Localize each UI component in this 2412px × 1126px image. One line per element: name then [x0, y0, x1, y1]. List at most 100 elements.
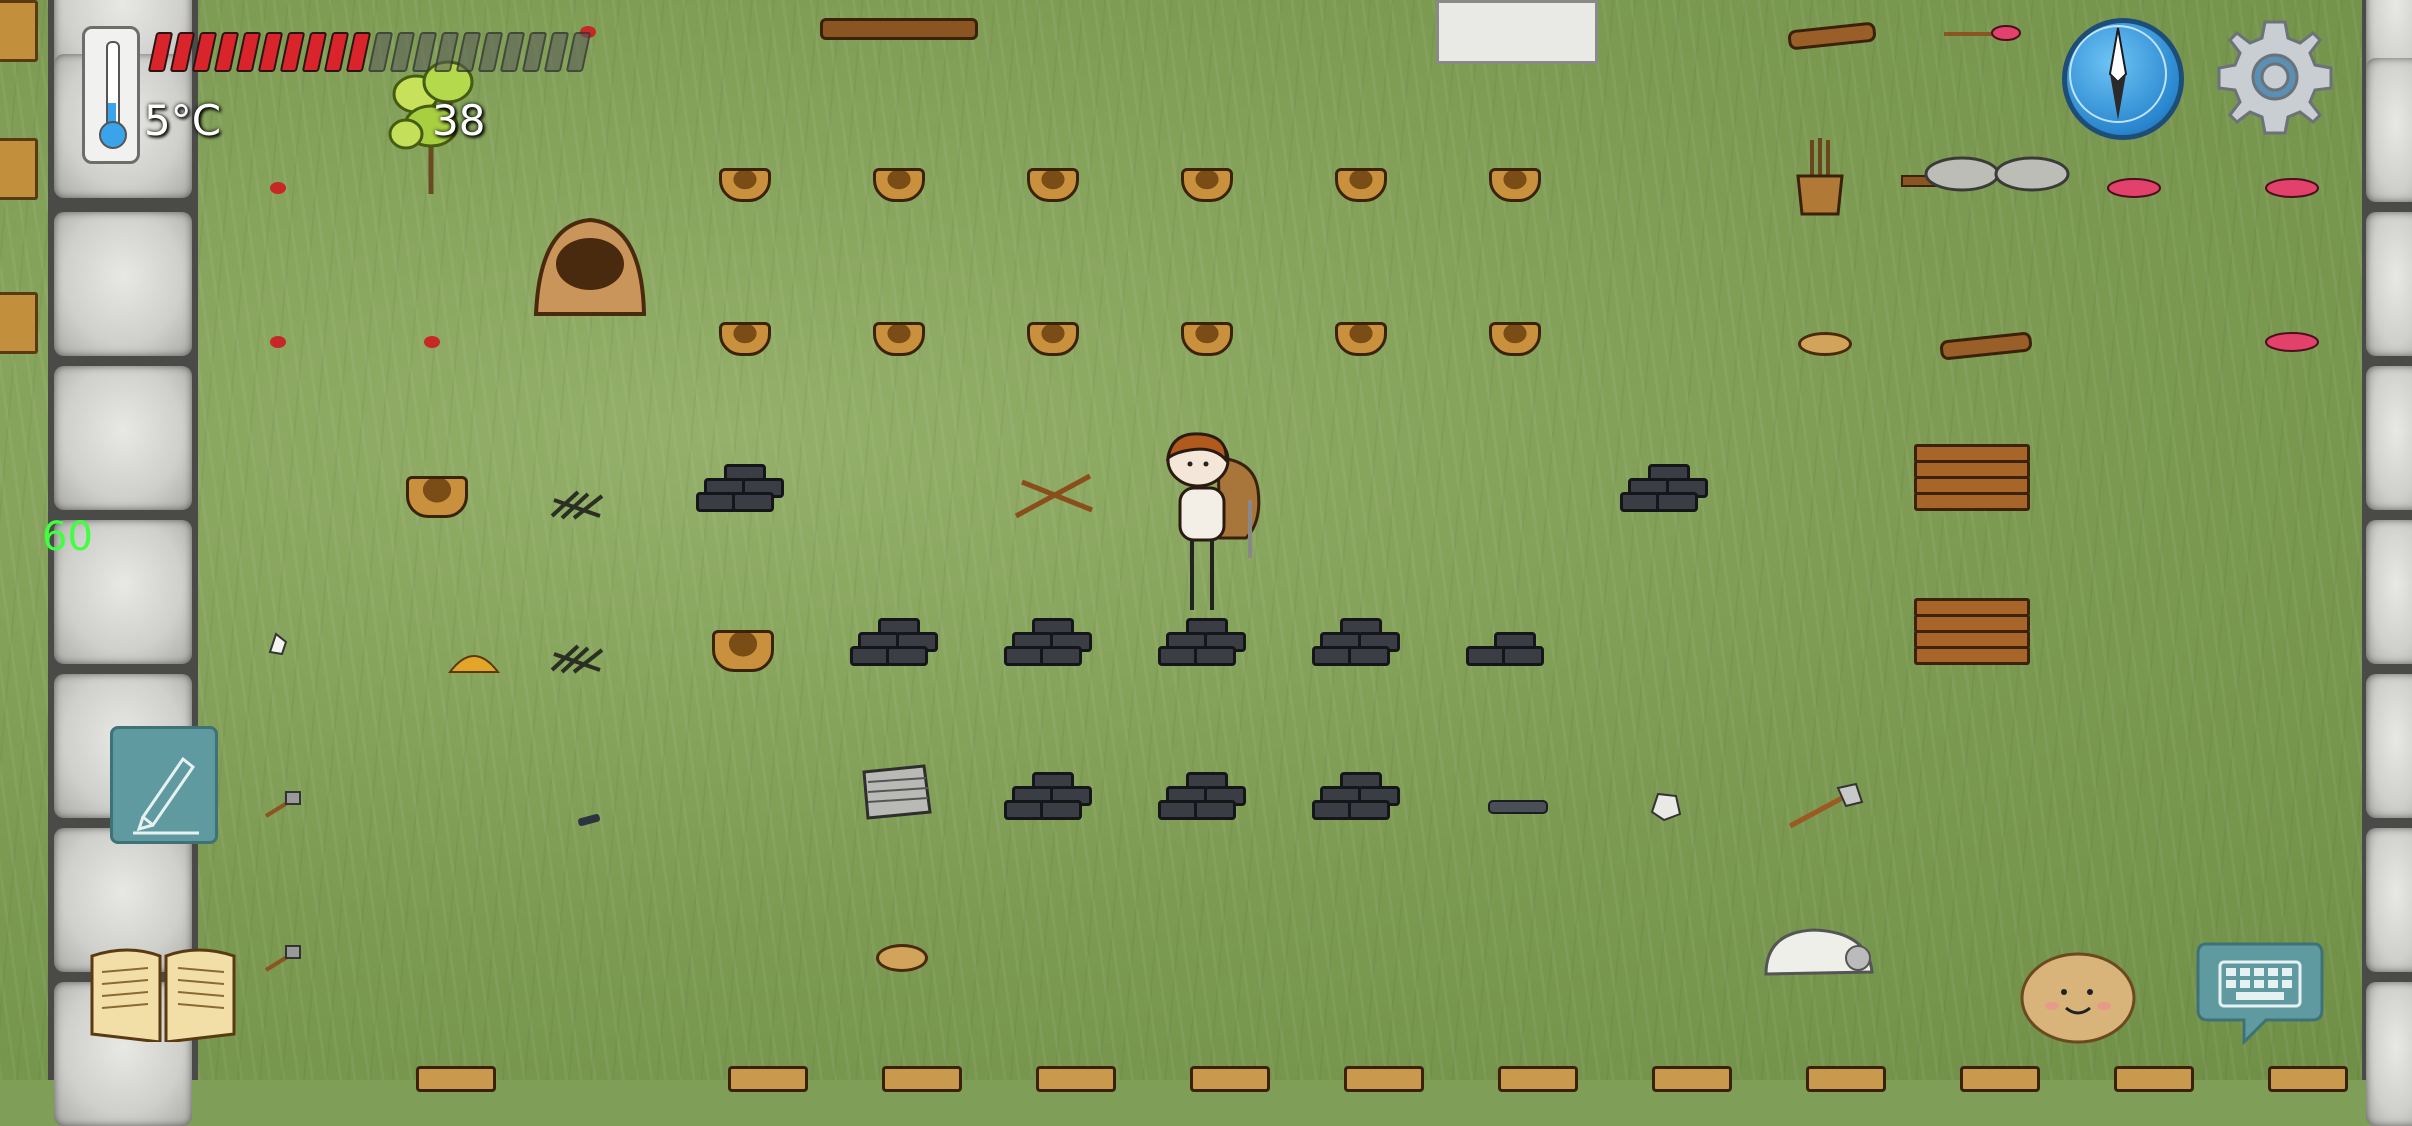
flat-stone-stack[interactable] — [858, 762, 936, 822]
basket[interactable] — [873, 322, 925, 356]
iron-bar[interactable] — [1488, 800, 1548, 814]
charcoal-pile[interactable] — [1312, 770, 1404, 820]
pencil-icon[interactable] — [110, 726, 218, 844]
food-pip — [279, 32, 306, 72]
berry[interactable] — [270, 336, 286, 348]
steel-axe[interactable] — [1786, 782, 1866, 830]
board-stack[interactable] — [1914, 444, 2030, 516]
basket[interactable] — [873, 168, 925, 202]
basket[interactable] — [1489, 322, 1541, 356]
basket[interactable] — [1181, 322, 1233, 356]
crate-edge[interactable] — [1036, 1066, 1116, 1092]
keyboard-icon[interactable] — [2196, 940, 2324, 1048]
compass-icon[interactable] — [2062, 18, 2184, 140]
food-pip — [455, 32, 482, 72]
kindling[interactable] — [548, 486, 608, 522]
player-character[interactable] — [1150, 430, 1270, 618]
book-icon[interactable] — [88, 938, 238, 1044]
crate-edge[interactable] — [2114, 1066, 2194, 1092]
charcoal-pile[interactable] — [1620, 462, 1712, 512]
crate-edge[interactable] — [882, 1066, 962, 1092]
food-pip — [499, 32, 526, 72]
crate-edge[interactable] — [728, 1066, 808, 1092]
food-pip — [323, 32, 350, 72]
gear-icon[interactable] — [2214, 16, 2336, 138]
crossed-sticks[interactable] — [1012, 470, 1096, 522]
branch[interactable] — [1787, 21, 1877, 51]
charcoal-pile[interactable] — [1158, 770, 1250, 820]
arrow-quiver[interactable] — [1790, 136, 1850, 218]
rabbit-meat[interactable] — [2262, 176, 2322, 200]
food-pip — [235, 32, 262, 72]
branch[interactable] — [1939, 331, 2033, 361]
age-counter: 38 — [432, 96, 486, 145]
crate-edge[interactable] — [0, 0, 38, 62]
charcoal-pile[interactable] — [1312, 616, 1404, 666]
adobe-oven[interactable] — [530, 214, 650, 318]
charcoal-pile[interactable] — [1004, 616, 1096, 666]
food-pip — [345, 32, 372, 72]
food-pip — [367, 32, 394, 72]
food-pip — [301, 32, 328, 72]
charcoal-pile[interactable] — [850, 616, 942, 666]
stone-block[interactable] — [1436, 0, 1598, 64]
food-meter — [147, 32, 592, 72]
fps-counter: 60 — [42, 514, 93, 560]
basket[interactable] — [1335, 322, 1387, 356]
basket[interactable] — [1335, 168, 1387, 202]
charcoal-pile[interactable] — [1004, 770, 1096, 820]
crate-edge[interactable] — [0, 292, 38, 354]
food-pip — [257, 32, 284, 72]
sheep-fleece[interactable] — [1760, 924, 1878, 982]
basket[interactable] — [1027, 168, 1079, 202]
seed-pile[interactable] — [447, 646, 501, 674]
plate[interactable] — [876, 944, 928, 972]
charcoal-pile[interactable] — [696, 462, 788, 512]
crate-edge[interactable] — [416, 1066, 496, 1092]
kindling[interactable] — [548, 640, 608, 676]
food-pip — [411, 32, 438, 72]
bone-needle[interactable] — [577, 813, 601, 827]
basket[interactable] — [712, 630, 774, 672]
rabbit-meat[interactable] — [2262, 330, 2322, 354]
round-stone[interactable] — [1648, 790, 1684, 822]
millstones[interactable] — [1900, 154, 2070, 194]
crate-edge[interactable] — [0, 138, 38, 200]
crate-edge[interactable] — [1806, 1066, 1886, 1092]
berry[interactable] — [270, 182, 286, 194]
hammer[interactable] — [262, 790, 304, 820]
berry[interactable] — [424, 336, 440, 348]
crate-edge[interactable] — [1498, 1066, 1578, 1092]
basket[interactable] — [1181, 168, 1233, 202]
food-pip — [543, 32, 570, 72]
flint-chip[interactable] — [266, 632, 288, 656]
crate-edge[interactable] — [2268, 1066, 2348, 1092]
crate-edge[interactable] — [1344, 1066, 1424, 1092]
food-pip — [169, 32, 196, 72]
crate-edge[interactable] — [1960, 1066, 2040, 1092]
crate-edge[interactable] — [1190, 1066, 1270, 1092]
basket[interactable] — [719, 168, 771, 202]
food-pip — [477, 32, 504, 72]
food-pip — [213, 32, 240, 72]
board-stack[interactable] — [1914, 598, 2030, 670]
basket[interactable] — [1489, 168, 1541, 202]
log[interactable] — [820, 18, 978, 40]
rabbit-meat[interactable] — [2104, 176, 2164, 200]
charcoal-pile[interactable] — [1158, 616, 1250, 666]
hammer[interactable] — [262, 944, 304, 974]
crate-edge[interactable] — [1652, 1066, 1732, 1092]
potato-face-icon[interactable] — [2018, 946, 2138, 1046]
food-pip — [389, 32, 416, 72]
food-pip — [433, 32, 460, 72]
basket[interactable] — [406, 476, 468, 518]
basket[interactable] — [719, 322, 771, 356]
basket[interactable] — [1027, 322, 1079, 356]
game-world[interactable] — [0, 0, 2412, 1126]
rabbit-carcass[interactable] — [1944, 24, 2030, 41]
plate[interactable] — [1798, 332, 1852, 356]
food-pip — [191, 32, 218, 72]
food-pip — [521, 32, 548, 72]
charcoal-pile[interactable] — [1466, 616, 1558, 666]
food-pip — [147, 32, 174, 72]
